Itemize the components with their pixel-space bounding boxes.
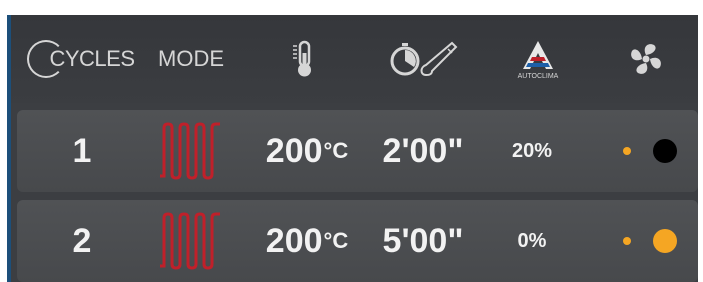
fan-speed-dot-large: [653, 139, 677, 163]
mode-header: MODE: [151, 15, 231, 103]
cycle-row-1[interactable]: 1 200 °C 2'00" 20%: [17, 110, 698, 192]
temperature-value: 200 °C: [257, 110, 357, 192]
heating-element-icon: [155, 200, 225, 282]
fan-speed-dot-small: [623, 147, 631, 155]
autoclima-logo: AUTOCLIMA: [503, 15, 573, 103]
table-header: CYCLES MODE AUTOCLIMA: [11, 15, 698, 103]
cycles-logo: CYCLES: [27, 40, 135, 78]
fan-speed-dot-small: [623, 237, 631, 245]
heating-element-icon: [155, 110, 225, 192]
temperature-number: 200: [265, 221, 323, 260]
cycles-header: CYCLES: [27, 15, 135, 103]
humidity-value: 20%: [511, 139, 553, 162]
thermometer-icon: [283, 15, 323, 103]
fan-speed-indicator: [615, 110, 685, 192]
cycle-number: 2: [72, 221, 92, 260]
temperature-number: 200: [265, 131, 323, 170]
time-value: 5'00": [382, 221, 464, 260]
cycle-row-2[interactable]: 2 200 °C 5'00" 0%: [17, 200, 698, 282]
temperature-unit: °C: [323, 228, 349, 253]
fan-speed-indicator: [615, 200, 685, 282]
cycles-label: CYCLES: [49, 46, 135, 71]
fan-icon: [621, 15, 671, 103]
autoclima-label: AUTOCLIMA: [517, 72, 559, 80]
temperature-unit: °C: [323, 138, 349, 163]
mode-label: MODE: [158, 46, 224, 71]
cycle-number: 1: [72, 131, 92, 170]
timer-probe-icon: [381, 15, 471, 103]
temperature-value: 200 °C: [257, 200, 357, 282]
time-value: 2'00": [382, 131, 464, 170]
fan-speed-dot-large: [653, 229, 677, 253]
humidity-value: 0%: [517, 229, 547, 252]
